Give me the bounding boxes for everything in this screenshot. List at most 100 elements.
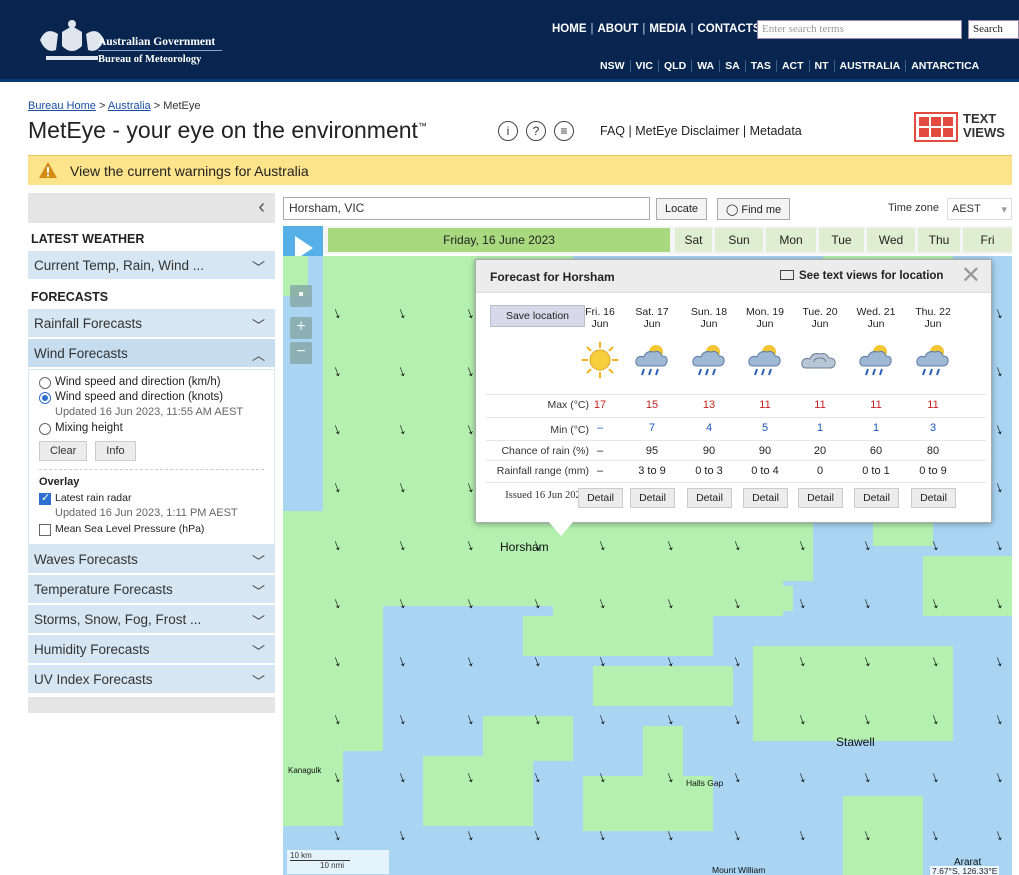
agency-name: Bureau of Meteorology: [98, 54, 202, 65]
town-halls-gap[interactable]: Halls Gap: [686, 778, 723, 788]
radio-mixing[interactable]: [39, 423, 51, 435]
popup-range-value: –: [596, 465, 604, 477]
search-input[interactable]: Enter search terms: [757, 20, 962, 39]
warning-banner[interactable]: View the current warnings for Australia: [28, 155, 1012, 185]
faq-link[interactable]: FAQ: [600, 124, 625, 138]
latest-weather-heading: LATEST WEATHER: [31, 232, 145, 246]
metadata-link[interactable]: Metadata: [750, 124, 802, 138]
timezone-select[interactable]: AEST ▾: [947, 198, 1012, 220]
accordion-humidity[interactable]: Humidity Forecasts ﹀: [28, 635, 275, 665]
checkbox-radar[interactable]: [39, 491, 51, 505]
wind-arrow: ↓: [860, 536, 874, 555]
radio-kmh[interactable]: [39, 377, 51, 389]
text-views-icon: [914, 112, 958, 142]
detail-button[interactable]: Detail: [630, 488, 675, 508]
overlay-radar[interactable]: Latest rain radar: [39, 491, 264, 505]
label-min: Min (°C): [550, 424, 589, 436]
nav-home[interactable]: HOME: [552, 23, 587, 35]
left-panel: ‹ LATEST WEATHER Current Temp, Rain, Win…: [28, 193, 275, 875]
day-tue[interactable]: Tue: [819, 228, 864, 252]
state-vic[interactable]: VIC: [629, 60, 659, 72]
wind-updated: Updated 16 Jun 2023, 11:55 AM AEST: [55, 406, 244, 418]
option-knots[interactable]: Wind speed and direction (knots): [39, 391, 264, 404]
wind-arrow: ↓: [463, 710, 477, 729]
state-qld[interactable]: QLD: [658, 60, 691, 72]
accordion-temperature[interactable]: Temperature Forecasts ﹀: [28, 575, 275, 605]
town-mount-william[interactable]: Mount William: [712, 865, 765, 875]
town-stawell[interactable]: Stawell: [836, 735, 875, 749]
close-icon[interactable]: ✕: [961, 263, 981, 289]
town-horsham[interactable]: Horsham: [500, 540, 549, 554]
nav-contacts[interactable]: CONTACTS: [697, 23, 760, 35]
state-nsw[interactable]: NSW: [595, 60, 630, 72]
option-mixing[interactable]: Mixing height: [39, 422, 264, 435]
locate-button[interactable]: Locate: [656, 198, 708, 220]
town-kanagulk[interactable]: Kanagulk: [288, 766, 321, 775]
detail-button[interactable]: Detail: [578, 488, 623, 508]
accordion-current[interactable]: Current Temp, Rain, Wind ... ﹀: [28, 251, 275, 281]
wind-arrow: ↓: [795, 768, 809, 787]
chevron-down-icon: ﹀: [251, 584, 265, 599]
accordion-storms[interactable]: Storms, Snow, Fog, Frost ... ﹀: [28, 605, 275, 635]
clear-button[interactable]: Clear: [39, 441, 88, 461]
state-antarctica[interactable]: ANTARCTICA: [905, 60, 984, 72]
accordion-wind-label: Wind Forecasts: [34, 346, 128, 361]
day-current[interactable]: Friday, 16 June 2023: [328, 228, 670, 252]
wind-arrow: ↓: [330, 826, 344, 845]
detail-button[interactable]: Detail: [743, 488, 788, 508]
disclaimer-link[interactable]: MetEye Disclaimer: [635, 124, 739, 138]
text-views-button[interactable]: TEXT VIEWS: [914, 112, 1005, 142]
detail-button[interactable]: Detail: [854, 488, 899, 508]
day-mon[interactable]: Mon: [766, 228, 816, 252]
day-thu[interactable]: Thu: [918, 228, 960, 252]
land-area: [593, 666, 733, 706]
day-sun[interactable]: Sun: [715, 228, 763, 252]
radio-knots[interactable]: [39, 392, 51, 404]
accordion-wind[interactable]: Wind Forecasts ︿: [28, 339, 275, 369]
state-act[interactable]: ACT: [775, 60, 809, 72]
wind-arrow: ↓: [992, 768, 1006, 787]
popup-chance-value: 95: [645, 445, 659, 457]
nav-about[interactable]: ABOUT: [598, 23, 639, 35]
popup-chance-value: –: [596, 445, 604, 457]
option-kmh[interactable]: Wind speed and direction (km/h): [39, 376, 264, 389]
accordion-waves[interactable]: Waves Forecasts ﹀: [28, 545, 275, 575]
state-tas[interactable]: TAS: [744, 60, 776, 72]
checkbox-mslp[interactable]: [39, 524, 51, 536]
overlay-radar-label: Latest rain radar: [55, 492, 132, 504]
search-button[interactable]: Search: [968, 20, 1019, 39]
showers-icon: [913, 340, 953, 380]
day-fri[interactable]: Fri: [963, 228, 1012, 252]
detail-button[interactable]: Detail: [911, 488, 956, 508]
find-me-button[interactable]: ◯ Find me: [717, 198, 791, 220]
detail-button[interactable]: Detail: [687, 488, 732, 508]
location-input[interactable]: Horsham, VIC: [283, 197, 650, 220]
day-sat[interactable]: Sat: [675, 228, 712, 252]
state-wa[interactable]: WA: [691, 60, 719, 72]
info-button[interactable]: Info: [95, 441, 136, 461]
nav-media[interactable]: MEDIA: [649, 23, 686, 35]
overlay-mslp[interactable]: Mean Sea Level Pressure (hPa): [39, 523, 264, 536]
detail-button[interactable]: Detail: [798, 488, 843, 508]
state-sa[interactable]: SA: [719, 60, 745, 72]
state-nt[interactable]: NT: [808, 60, 834, 72]
wind-arrow: ↓: [530, 826, 544, 845]
row-divider: [486, 417, 986, 418]
state-australia[interactable]: AUSTRALIA: [833, 60, 906, 72]
australia-icon[interactable]: ▪: [290, 285, 312, 307]
breadcrumb-home[interactable]: Bureau Home: [28, 100, 96, 112]
zoom-out-button[interactable]: −: [290, 342, 312, 364]
info-icon[interactable]: i: [498, 121, 518, 141]
zoom-in-button[interactable]: +: [290, 317, 312, 339]
feedback-icon[interactable]: ≡: [554, 121, 574, 141]
breadcrumb-australia[interactable]: Australia: [108, 100, 151, 112]
help-icon[interactable]: ?: [526, 121, 546, 141]
accordion-rainfall[interactable]: Rainfall Forecasts ﹀: [28, 309, 275, 339]
collapse-panel-button[interactable]: ‹: [28, 193, 275, 223]
accordion-uv[interactable]: UV Index Forecasts ﹀: [28, 665, 275, 695]
page-title: MetEye - your eye on the environment™: [28, 117, 427, 144]
save-location-button[interactable]: Save location: [490, 305, 585, 327]
day-wed[interactable]: Wed: [867, 228, 915, 252]
wind-arrow: ↓: [795, 826, 809, 845]
see-text-views-link[interactable]: See text views for location: [780, 270, 943, 282]
